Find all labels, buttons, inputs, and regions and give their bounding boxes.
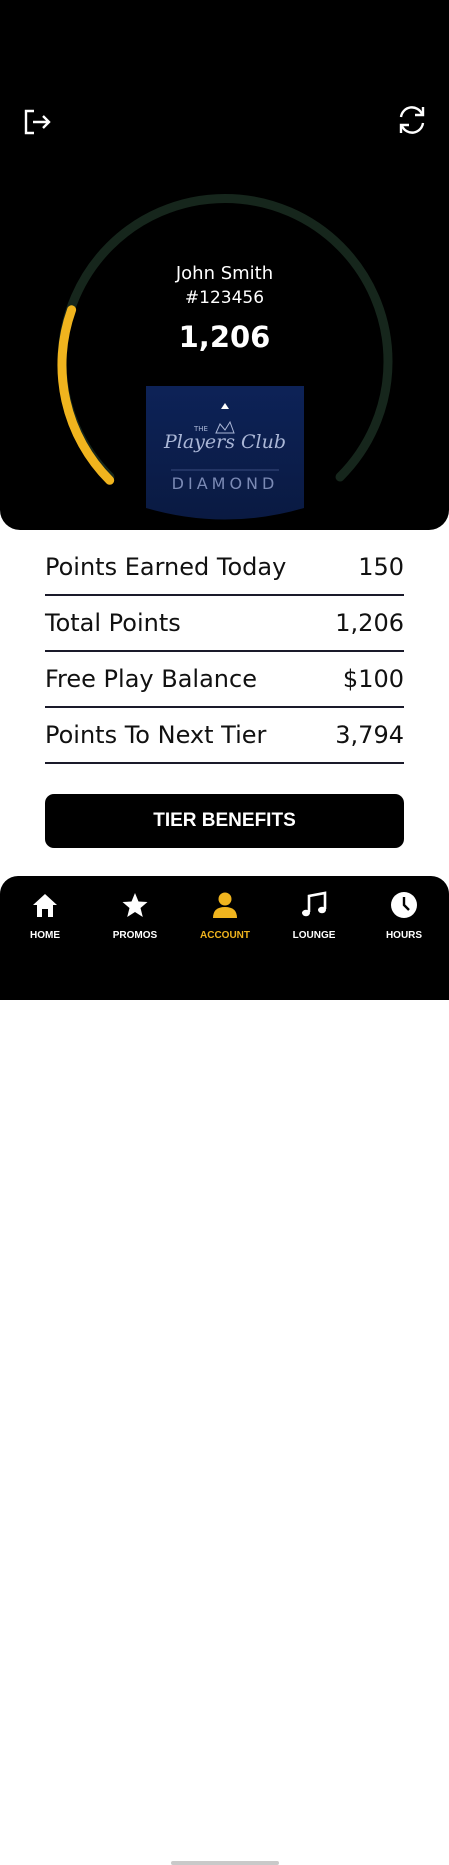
tier-name: DIAMOND — [171, 474, 279, 493]
points-balance: 1,206 — [178, 320, 271, 354]
member-number: #123456 — [184, 288, 265, 308]
nav-label: HOME — [30, 930, 60, 941]
account-icon — [213, 892, 237, 918]
tier-benefits-button[interactable]: TIER BENEFITS — [45, 794, 404, 848]
home-icon — [33, 894, 57, 917]
nav-item-lounge[interactable]: LOUNGE — [274, 890, 354, 950]
star-icon — [122, 893, 148, 917]
tier-card[interactable] — [146, 386, 304, 522]
stat-label: Total Points — [45, 609, 181, 637]
nav-label: ACCOUNT — [200, 930, 250, 941]
tier-logo-text: Players Club — [163, 431, 287, 453]
stat-label: Points To Next Tier — [45, 721, 267, 749]
stat-row-free-play-balance: Free Play Balance $100 — [45, 652, 404, 708]
nav-label: LOUNGE — [292, 930, 336, 941]
nav-label: HOURS — [385, 930, 423, 941]
stat-value: 1,206 — [335, 609, 404, 637]
member-name: John Smith — [175, 263, 274, 284]
music-note-icon — [302, 891, 327, 917]
stat-value: 150 — [358, 553, 404, 581]
bottom-nav: HOME PROMOS ACCOUNT LOUNGE HOURS — [0, 876, 449, 1865]
stat-label: Points Earned Today — [45, 553, 287, 581]
account-hero: John Smith #123456 1,206 THE Players Clu… — [0, 0, 449, 530]
stat-value: $100 — [342, 665, 404, 693]
stat-row-points-earned-today: Points Earned Today 150 — [45, 540, 404, 596]
home-indicator — [171, 1861, 279, 1865]
points-summary: Points Earned Today 150 Total Points 1,2… — [45, 540, 404, 764]
refresh-icon[interactable] — [395, 103, 429, 137]
nav-item-promos[interactable]: PROMOS — [95, 890, 175, 950]
nav-item-hours[interactable]: HOURS — [364, 890, 444, 950]
stat-value: 3,794 — [335, 721, 404, 749]
nav-item-account[interactable]: ACCOUNT — [185, 890, 265, 950]
clock-icon — [391, 892, 417, 918]
stat-row-points-to-next-tier: Points To Next Tier 3,794 — [45, 708, 404, 764]
logout-icon[interactable] — [21, 105, 55, 139]
stat-row-total-points: Total Points 1,206 — [45, 596, 404, 652]
nav-item-home[interactable]: HOME — [5, 890, 85, 950]
nav-label: PROMOS — [112, 930, 158, 941]
stat-label: Free Play Balance — [45, 665, 257, 693]
